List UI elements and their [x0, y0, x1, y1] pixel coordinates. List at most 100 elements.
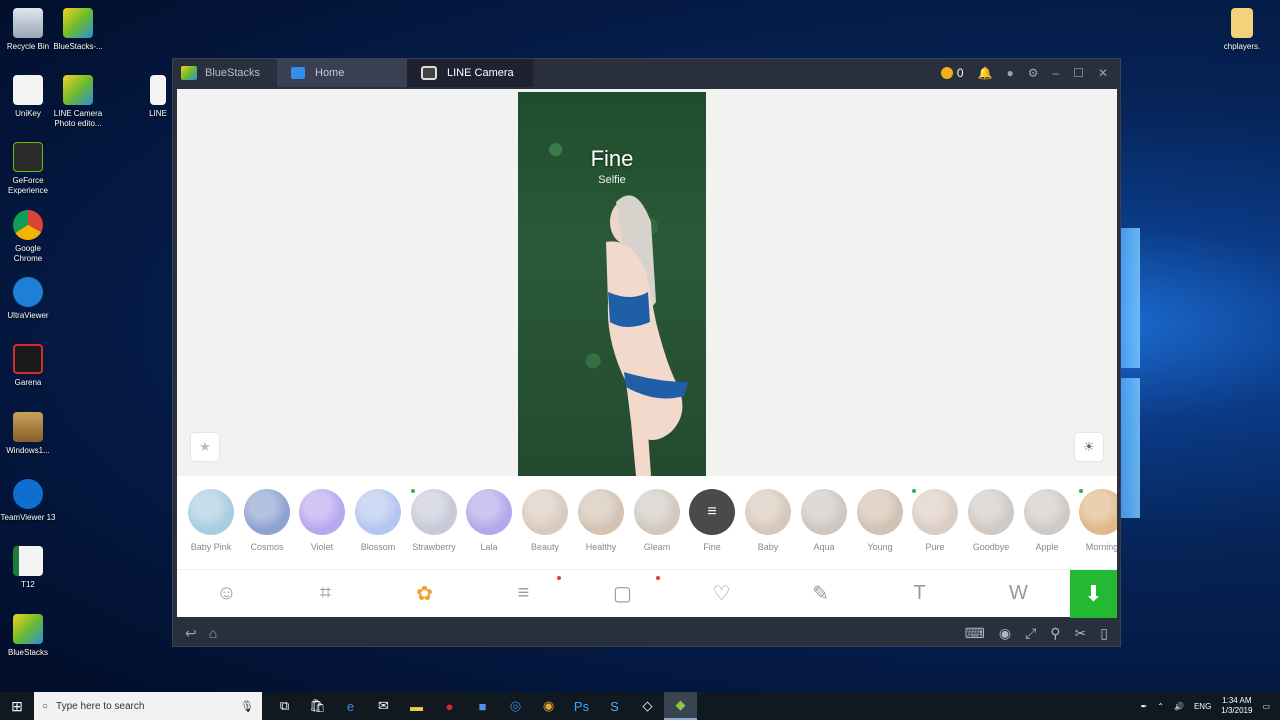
filter-lala[interactable]: Lala [464, 489, 514, 552]
bluestacks-brand: BlueStacks [173, 66, 273, 80]
maximize-icon[interactable]: ☐ [1073, 66, 1084, 80]
filter-thumb [244, 489, 290, 535]
app-task-icon[interactable]: ■ [466, 692, 499, 720]
tool-crop[interactable]: ⌗ [276, 570, 375, 618]
desktop-icon-chrome[interactable]: Google Chrome [0, 210, 56, 264]
volume-icon[interactable]: 🔊 [1174, 702, 1184, 711]
tool-adjust[interactable]: ≡ [474, 570, 573, 618]
photoshop-icon[interactable]: Ps [565, 692, 598, 720]
close-icon[interactable]: ✕ [1098, 66, 1108, 80]
brightness-button[interactable]: ☀ [1075, 433, 1103, 461]
home-nav-icon[interactable]: ⌂ [209, 625, 217, 641]
filter-apple[interactable]: Apple [1022, 489, 1072, 552]
filter-label: Beauty [530, 542, 560, 552]
chevron-up-icon[interactable]: ⌃ [1157, 702, 1164, 711]
clock[interactable]: 1:34 AM 1/3/2019 [1221, 696, 1252, 716]
tool-filter[interactable]: ✿ [375, 570, 474, 618]
desktop-icon-garena[interactable]: Garena [0, 344, 56, 388]
desktop-icon-unikey[interactable]: UniKey [0, 75, 56, 119]
filter-goodbye[interactable]: Goodbye [966, 489, 1016, 552]
windows-logo-wallpaper [1120, 228, 1140, 528]
bell-icon[interactable]: 🔔 [978, 66, 993, 80]
edge-icon[interactable]: e [334, 692, 367, 720]
tool-watermark[interactable]: W [969, 570, 1068, 618]
filter-morning[interactable]: Morning [1077, 489, 1117, 552]
garena-task-icon[interactable]: ● [433, 692, 466, 720]
tab-home[interactable]: Home [277, 59, 407, 87]
app-s-icon[interactable]: S [598, 692, 631, 720]
filter-thumb [522, 489, 568, 535]
desktop-icon-teamviewer[interactable]: TeamViewer 13 [0, 479, 56, 523]
filter-thumb [578, 489, 624, 535]
pen-icon[interactable]: ✒ [1141, 702, 1148, 711]
coin-icon [940, 67, 953, 79]
location-icon[interactable]: ⚲ [1050, 625, 1060, 642]
tool-beauty[interactable]: ♡ [672, 570, 771, 618]
store-icon[interactable]: 🛍 [301, 692, 334, 720]
file-explorer-icon[interactable]: ▬ [400, 692, 433, 720]
back-icon[interactable]: ↩ [185, 625, 197, 642]
account-icon[interactable]: ● [1006, 66, 1013, 80]
archive-icon [13, 412, 43, 442]
mail-icon[interactable]: ✉ [367, 692, 400, 720]
filter-fine[interactable]: ≡ Fine [687, 489, 737, 552]
tab-line-camera[interactable]: LINE Camera [407, 59, 533, 87]
filter-healthy[interactable]: Healthy [576, 489, 626, 552]
taskbar-apps: ⧉ 🛍 e ✉ ▬ ● ■ ◎ ◉ Ps S ◇ ◆ [268, 692, 697, 720]
network-app-icon[interactable]: ◇ [631, 692, 664, 720]
input-language[interactable]: ENG [1194, 702, 1211, 711]
filter-blossom[interactable]: Blossom [353, 489, 403, 552]
start-button[interactable]: ⊞ [0, 692, 34, 720]
filter-baby[interactable]: Baby [743, 489, 793, 552]
desktop-icon-t12[interactable]: T12 [0, 546, 56, 590]
filter-thumb [857, 489, 903, 535]
desktop-icon-ultraviewer[interactable]: UltraViewer [0, 277, 56, 321]
desktop-icon-recycle-bin[interactable]: Recycle Bin [0, 8, 56, 52]
save-download-button[interactable]: ⬇ [1070, 570, 1117, 618]
desktop-icon-line-partial[interactable]: LINE [140, 75, 176, 119]
favorite-star-button[interactable]: ★ [191, 433, 219, 461]
desktop-icon-bluestacks-installer[interactable]: BlueStacks-... [50, 8, 106, 52]
microphone-icon[interactable]: 🎙 [240, 700, 254, 713]
tool-text[interactable]: T [870, 570, 969, 618]
filter-label: Morning [1085, 542, 1117, 552]
tool-stamp[interactable]: ☺ [177, 570, 276, 618]
desktop-icon-windows-file[interactable]: Windows1... [0, 412, 56, 456]
filter-strawberry[interactable]: Strawberry [409, 489, 459, 552]
bluestacks-task-icon[interactable]: ◆ [664, 692, 697, 720]
filter-beauty[interactable]: Beauty [520, 489, 570, 552]
desktop-icon-line-camera[interactable]: LINE Camera Photo edito... [50, 75, 106, 129]
notifications-icon[interactable]: ▭ [1262, 702, 1270, 711]
tool-frame[interactable]: ▢ [573, 570, 672, 618]
coins-display[interactable]: 0 [940, 66, 964, 80]
filter-violet[interactable]: Violet [297, 489, 347, 552]
filter-cosmos[interactable]: Cosmos [242, 489, 292, 552]
desktop-icon-label: Garena [14, 378, 42, 387]
filter-young[interactable]: Young [855, 489, 905, 552]
filter-gleam[interactable]: Gleam [632, 489, 682, 552]
filter-caption-title: Fine [590, 146, 634, 171]
keyboard-icon[interactable]: ⌨ [965, 625, 985, 642]
filter-pure[interactable]: Pure [910, 489, 960, 552]
eye-icon[interactable]: ◉ [999, 625, 1011, 642]
filter-aqua[interactable]: Aqua [799, 489, 849, 552]
tool-brush[interactable]: ✎ [771, 570, 870, 618]
scissors-icon[interactable]: ✂ [1075, 625, 1087, 642]
gear-icon[interactable]: ⚙ [1028, 66, 1039, 80]
download-arrow-icon: ⬇ [1084, 581, 1103, 606]
desktop-icon-chplayers[interactable]: chplayers. [1214, 8, 1270, 52]
spreadsheet-icon [13, 546, 43, 576]
minimize-icon[interactable]: – [1052, 66, 1059, 80]
filter-baby-pink[interactable]: Baby Pink [186, 489, 236, 552]
desktop-icon-label: chplayers. [1223, 42, 1261, 51]
filter-label: Violet [310, 542, 334, 552]
phone-icon[interactable]: ▯ [1100, 625, 1108, 642]
chrome-task-icon[interactable]: ◉ [532, 692, 565, 720]
ultraviewer-task-icon[interactable]: ◎ [499, 692, 532, 720]
desktop-icon-geforce[interactable]: GeForce Experience [0, 142, 56, 196]
desktop-icon-bluestacks[interactable]: BlueStacks [0, 614, 56, 658]
task-view-icon[interactable]: ⧉ [268, 692, 301, 720]
fullscreen-icon[interactable]: ⤢ [1025, 625, 1036, 642]
bluestacks-logo-icon [181, 66, 197, 80]
taskbar-search[interactable]: ○ Type here to search 🎙 [34, 692, 262, 720]
